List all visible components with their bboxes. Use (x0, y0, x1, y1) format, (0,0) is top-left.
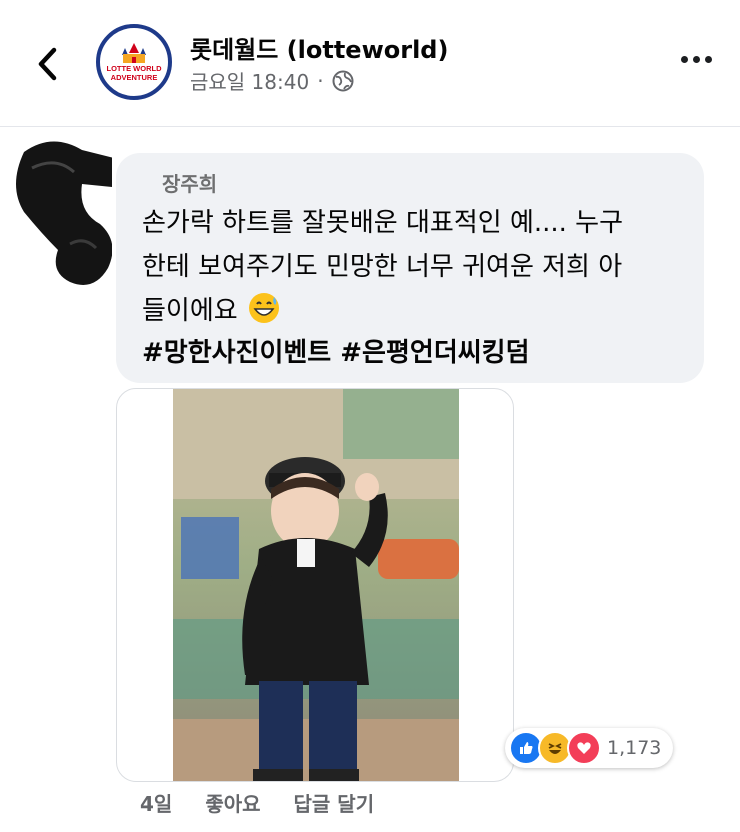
laughing-face-icon (548, 743, 562, 754)
love-reaction-icon (567, 731, 601, 765)
comment-text: 손가락 하트를 잘못배운 대표적인 예.... 누구 한테 보여주기도 민망한 … (142, 201, 682, 333)
castle-logo-icon (122, 43, 146, 63)
comment-line: 들이에요 (142, 296, 238, 326)
comment-line-3: 들이에요 (142, 289, 682, 333)
commenter-avatar-redacted[interactable] (12, 132, 112, 292)
ellipsis-dot (681, 56, 688, 63)
heart-icon (577, 742, 591, 754)
comment-line: 한테 보여주기도 민망한 너무 귀여운 저희 아 (142, 252, 623, 282)
ellipsis-dot (705, 56, 712, 63)
post-meta: 금요일 18:40 · (190, 66, 354, 95)
back-button[interactable] (30, 44, 64, 84)
commenter-name[interactable]: 장주희 (142, 167, 682, 201)
like-comment-button[interactable]: 좋아요 (205, 788, 260, 817)
logo-text-line1: LOTTE WORLD (106, 64, 162, 73)
post-timestamp[interactable]: 금요일 18:40 (190, 66, 309, 95)
page-name[interactable]: 롯데월드 (lotteworld) (190, 30, 448, 65)
comment-hashtags[interactable]: #망한사진이벤트 #은평언더씨킹덤 (142, 333, 682, 373)
logo-text-line2: ADVENTURE (110, 73, 158, 82)
comment-line: 손가락 하트를 잘못배운 대표적인 예.... 누구 (142, 208, 624, 238)
meta-separator: · (317, 68, 324, 93)
grinning-sweat-emoji-icon (248, 293, 279, 323)
comment-actions: 4일 좋아요 답글 달기 (140, 788, 407, 817)
comment-bubble: 장주희 손가락 하트를 잘못배운 대표적인 예.... 누구 한테 보여주기도 … (116, 153, 704, 383)
child-in-leather-jacket-photo (173, 389, 459, 781)
comment-photo[interactable] (116, 388, 514, 782)
more-options-button[interactable] (681, 56, 712, 63)
reactions-summary[interactable]: 1,173 (505, 728, 674, 768)
globe-icon (332, 70, 354, 91)
reply-button[interactable]: 답글 달기 (294, 788, 375, 817)
ellipsis-dot (693, 56, 700, 63)
page-logo[interactable]: LOTTE WORLD ADVENTURE (96, 24, 172, 100)
chevron-left-icon (38, 47, 57, 81)
thumbs-up-icon (520, 742, 533, 754)
reaction-count: 1,173 (607, 737, 662, 759)
post-header: LOTTE WORLD ADVENTURE 롯데월드 (lotteworld) … (0, 0, 740, 127)
comment-age[interactable]: 4일 (140, 788, 172, 817)
